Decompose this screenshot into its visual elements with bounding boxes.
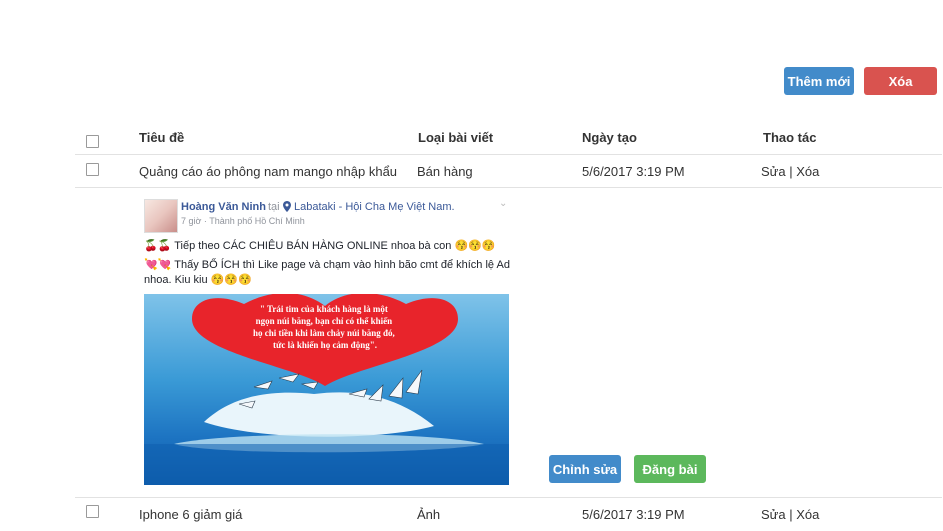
row-divider: [75, 497, 942, 498]
select-all-checkbox[interactable]: [86, 135, 99, 148]
row-checkbox[interactable]: [86, 163, 99, 176]
publish-post-button[interactable]: Đăng bài: [634, 455, 706, 483]
row-type: Bán hàng: [417, 164, 473, 179]
chevron-down-icon[interactable]: ⌄: [499, 198, 507, 209]
row-actions: Sửa | Xóa: [761, 507, 819, 522]
edit-link[interactable]: Sửa: [761, 164, 786, 179]
separator: |: [789, 507, 793, 522]
post-text-line: nhoa. Kiu kiu 😚😚😚: [144, 274, 252, 286]
row-title: Quảng cáo áo phông nam mango nhập khẩu: [139, 164, 398, 179]
edit-link[interactable]: Sửa: [761, 507, 786, 522]
post-image[interactable]: " Trái tim của khách hàng là một ngọn nú…: [144, 294, 509, 485]
edit-post-button[interactable]: Chỉnh sửa: [549, 455, 621, 483]
row-divider: [75, 187, 942, 188]
header-date: Ngày tạo: [582, 130, 637, 145]
header-actions: Thao tác: [763, 130, 817, 145]
row-date: 5/6/2017 3:19 PM: [582, 164, 685, 179]
add-new-button[interactable]: Thêm mới: [784, 67, 854, 95]
post-text-line: 🍒🍒 Tiếp theo CÁC CHIÊU BÁN HÀNG ONLINE n…: [144, 240, 496, 252]
post-meta: 7 giờ · Thành phố Hồ Chí Minh: [181, 216, 305, 226]
header-divider: [75, 154, 942, 155]
avatar[interactable]: [144, 199, 178, 233]
row-actions: Sửa | Xóa: [761, 164, 819, 179]
location-link[interactable]: Labataki - Hội Cha Mẹ Việt Nam.: [294, 201, 455, 213]
delete-link[interactable]: Xóa: [796, 507, 819, 522]
post-text-line: 💘💘 Thấy BỔ ÍCH thì Like page và chạm vào…: [144, 259, 510, 271]
row-title: Iphone 6 giảm giá: [139, 507, 243, 522]
delete-link[interactable]: Xóa: [796, 164, 819, 179]
author-name[interactable]: Hoàng Văn Ninh: [181, 201, 266, 213]
header-title: Tiêu đề: [139, 130, 185, 145]
header-type: Loại bài viết: [418, 130, 494, 145]
row-type: Ảnh: [417, 507, 441, 522]
delete-button[interactable]: Xóa: [864, 67, 937, 95]
row-checkbox[interactable]: [86, 505, 99, 518]
location-pin-icon: [283, 201, 291, 215]
separator: |: [789, 164, 793, 179]
row-date: 5/6/2017 3:19 PM: [582, 507, 685, 522]
at-text: tại: [268, 201, 280, 213]
